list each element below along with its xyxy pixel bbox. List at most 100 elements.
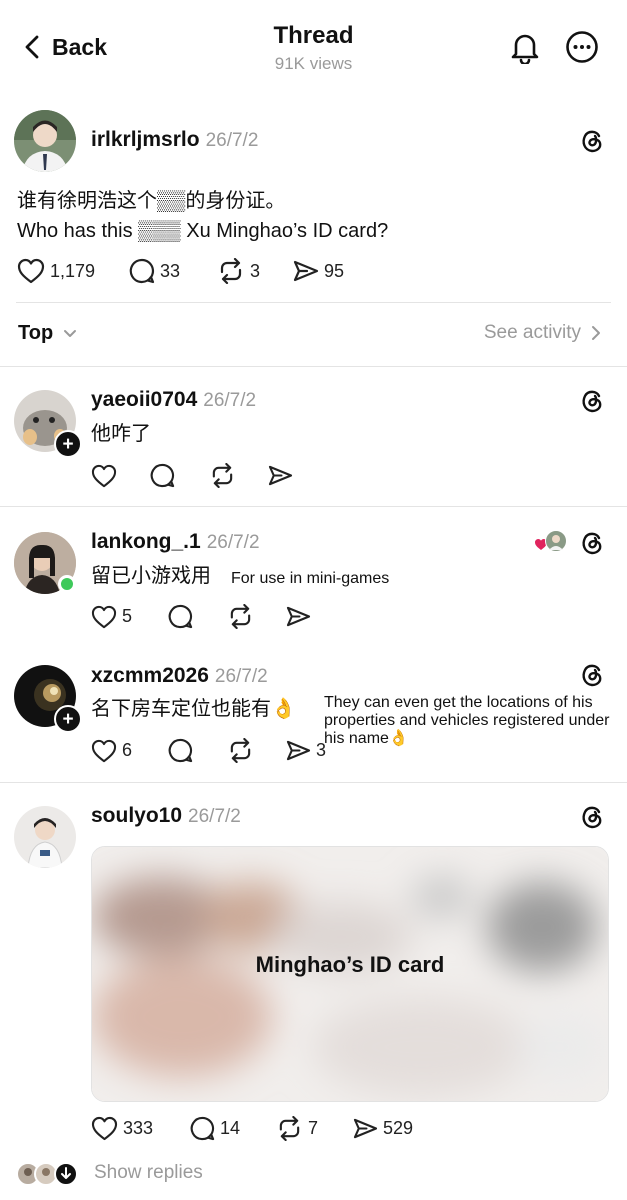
repost-button[interactable] bbox=[227, 738, 286, 763]
timestamp: 26/7/2 bbox=[206, 532, 260, 553]
heart-icon bbox=[91, 464, 117, 487]
like-count: 1,179 bbox=[50, 260, 96, 281]
bell-icon bbox=[511, 34, 539, 66]
like-button[interactable]: 6 bbox=[91, 739, 168, 763]
see-activity-link[interactable]: See activity bbox=[484, 322, 601, 344]
like-button[interactable]: 333 bbox=[91, 1116, 190, 1141]
share-button[interactable]: 529 bbox=[353, 1117, 413, 1140]
reply-actions: 333 14 7 529 bbox=[91, 1116, 413, 1141]
translation-note: They can even get the locations of his p… bbox=[324, 694, 610, 747]
share-count: 3 bbox=[316, 740, 327, 760]
comment-button[interactable] bbox=[150, 463, 209, 488]
online-status bbox=[58, 575, 76, 593]
share-icon bbox=[353, 1118, 378, 1139]
more-icon bbox=[566, 31, 598, 63]
see-activity-label: See activity bbox=[483, 322, 581, 343]
comment-button[interactable]: 14 bbox=[190, 1116, 276, 1141]
threads-button[interactable] bbox=[580, 388, 604, 419]
timestamp: 26/7/2 bbox=[205, 130, 259, 151]
comment-button[interactable] bbox=[168, 604, 227, 629]
username[interactable]: irlkrljmsrlo bbox=[91, 128, 200, 151]
repost-icon bbox=[279, 1116, 300, 1141]
heart-icon bbox=[91, 739, 117, 762]
avatar[interactable] bbox=[14, 110, 76, 172]
divider bbox=[0, 782, 627, 783]
reply-avatars bbox=[16, 1162, 80, 1186]
repost-icon bbox=[230, 738, 251, 763]
comment-count: 14 bbox=[220, 1118, 241, 1138]
threads-icon bbox=[582, 806, 602, 829]
repost-count: 7 bbox=[308, 1118, 319, 1138]
divider bbox=[0, 506, 627, 507]
sort-dropdown[interactable]: Top bbox=[18, 322, 77, 345]
share-count: 529 bbox=[383, 1118, 414, 1138]
share-button[interactable] bbox=[286, 605, 311, 628]
repost-icon bbox=[220, 258, 242, 284]
liked-by-author-indicator bbox=[534, 530, 568, 554]
timestamp: 26/7/2 bbox=[203, 390, 257, 411]
image-caption: Minghao’s ID card bbox=[255, 952, 445, 977]
share-icon bbox=[268, 465, 293, 486]
share-button[interactable]: 95 bbox=[293, 259, 344, 283]
like-button[interactable]: 5 bbox=[91, 605, 168, 629]
username[interactable]: soulyo10 bbox=[91, 804, 182, 827]
repost-button[interactable] bbox=[209, 463, 268, 488]
post-actions: 1,179 33 3 95 bbox=[17, 258, 344, 284]
share-icon bbox=[286, 606, 311, 627]
share-icon bbox=[293, 260, 319, 282]
repost-icon bbox=[230, 604, 251, 629]
username[interactable]: lankong_.1 bbox=[91, 530, 201, 553]
reply-actions bbox=[91, 463, 293, 488]
comment-icon bbox=[168, 604, 193, 629]
comment-button[interactable]: 33 bbox=[129, 258, 217, 284]
heart-icon bbox=[91, 605, 117, 628]
threads-icon bbox=[582, 664, 602, 687]
username[interactable]: xzcmm2026 bbox=[91, 664, 209, 687]
like-count: 333 bbox=[123, 1118, 154, 1138]
comment-icon bbox=[168, 738, 193, 763]
post-text-en: Who has this ▒▒▒ Xu Minghao’s ID card? bbox=[17, 220, 389, 242]
sort-label: Top bbox=[18, 322, 54, 344]
threads-icon bbox=[582, 130, 602, 153]
repost-icon bbox=[212, 463, 233, 488]
repost-button[interactable] bbox=[227, 604, 286, 629]
post-header: irlkrljmsrlo 26/7/2 bbox=[91, 128, 258, 152]
follow-button[interactable]: + bbox=[54, 705, 82, 733]
like-button[interactable] bbox=[91, 464, 150, 488]
divider bbox=[16, 302, 611, 303]
avatar[interactable] bbox=[14, 806, 76, 868]
follow-button[interactable]: + bbox=[54, 430, 82, 458]
post-text-cn: 谁有徐明浩这个▒▒的身份证。 bbox=[17, 190, 286, 212]
reply-actions: 5 bbox=[91, 604, 311, 629]
share-count: 95 bbox=[324, 260, 345, 281]
repost-button[interactable]: 7 bbox=[276, 1116, 353, 1141]
threads-button[interactable] bbox=[580, 804, 604, 835]
threads-button[interactable] bbox=[580, 128, 604, 159]
timestamp: 26/7/2 bbox=[188, 806, 241, 827]
threads-button[interactable] bbox=[580, 662, 604, 693]
more-options-button[interactable] bbox=[565, 30, 599, 69]
show-replies-link[interactable]: Show replies bbox=[94, 1162, 203, 1184]
threads-icon bbox=[582, 532, 602, 555]
chevron-right-icon bbox=[592, 326, 600, 340]
avatar bbox=[545, 530, 567, 552]
reply-header: xzcmm2026 26/7/2 bbox=[91, 664, 268, 688]
threads-button[interactable] bbox=[580, 530, 604, 561]
share-button[interactable] bbox=[268, 464, 293, 487]
reply-text: 他咋了 bbox=[91, 423, 151, 445]
attached-image[interactable]: Minghao’s ID card bbox=[91, 846, 609, 1102]
comment-button[interactable] bbox=[168, 738, 227, 763]
repost-button[interactable]: 3 bbox=[217, 258, 293, 284]
threads-icon bbox=[582, 390, 602, 413]
like-button[interactable]: 1,179 bbox=[17, 258, 129, 284]
repost-count: 3 bbox=[250, 260, 261, 281]
reply-header: soulyo10 26/7/2 bbox=[91, 804, 241, 828]
share-icon bbox=[286, 740, 311, 761]
heart-icon bbox=[17, 258, 45, 284]
username[interactable]: yaeoii0704 bbox=[91, 388, 197, 411]
chevron-down-icon bbox=[54, 1162, 78, 1186]
timestamp: 26/7/2 bbox=[214, 666, 268, 687]
comment-icon bbox=[150, 463, 175, 488]
notifications-button[interactable] bbox=[508, 30, 542, 69]
share-button[interactable]: 3 bbox=[286, 739, 326, 762]
